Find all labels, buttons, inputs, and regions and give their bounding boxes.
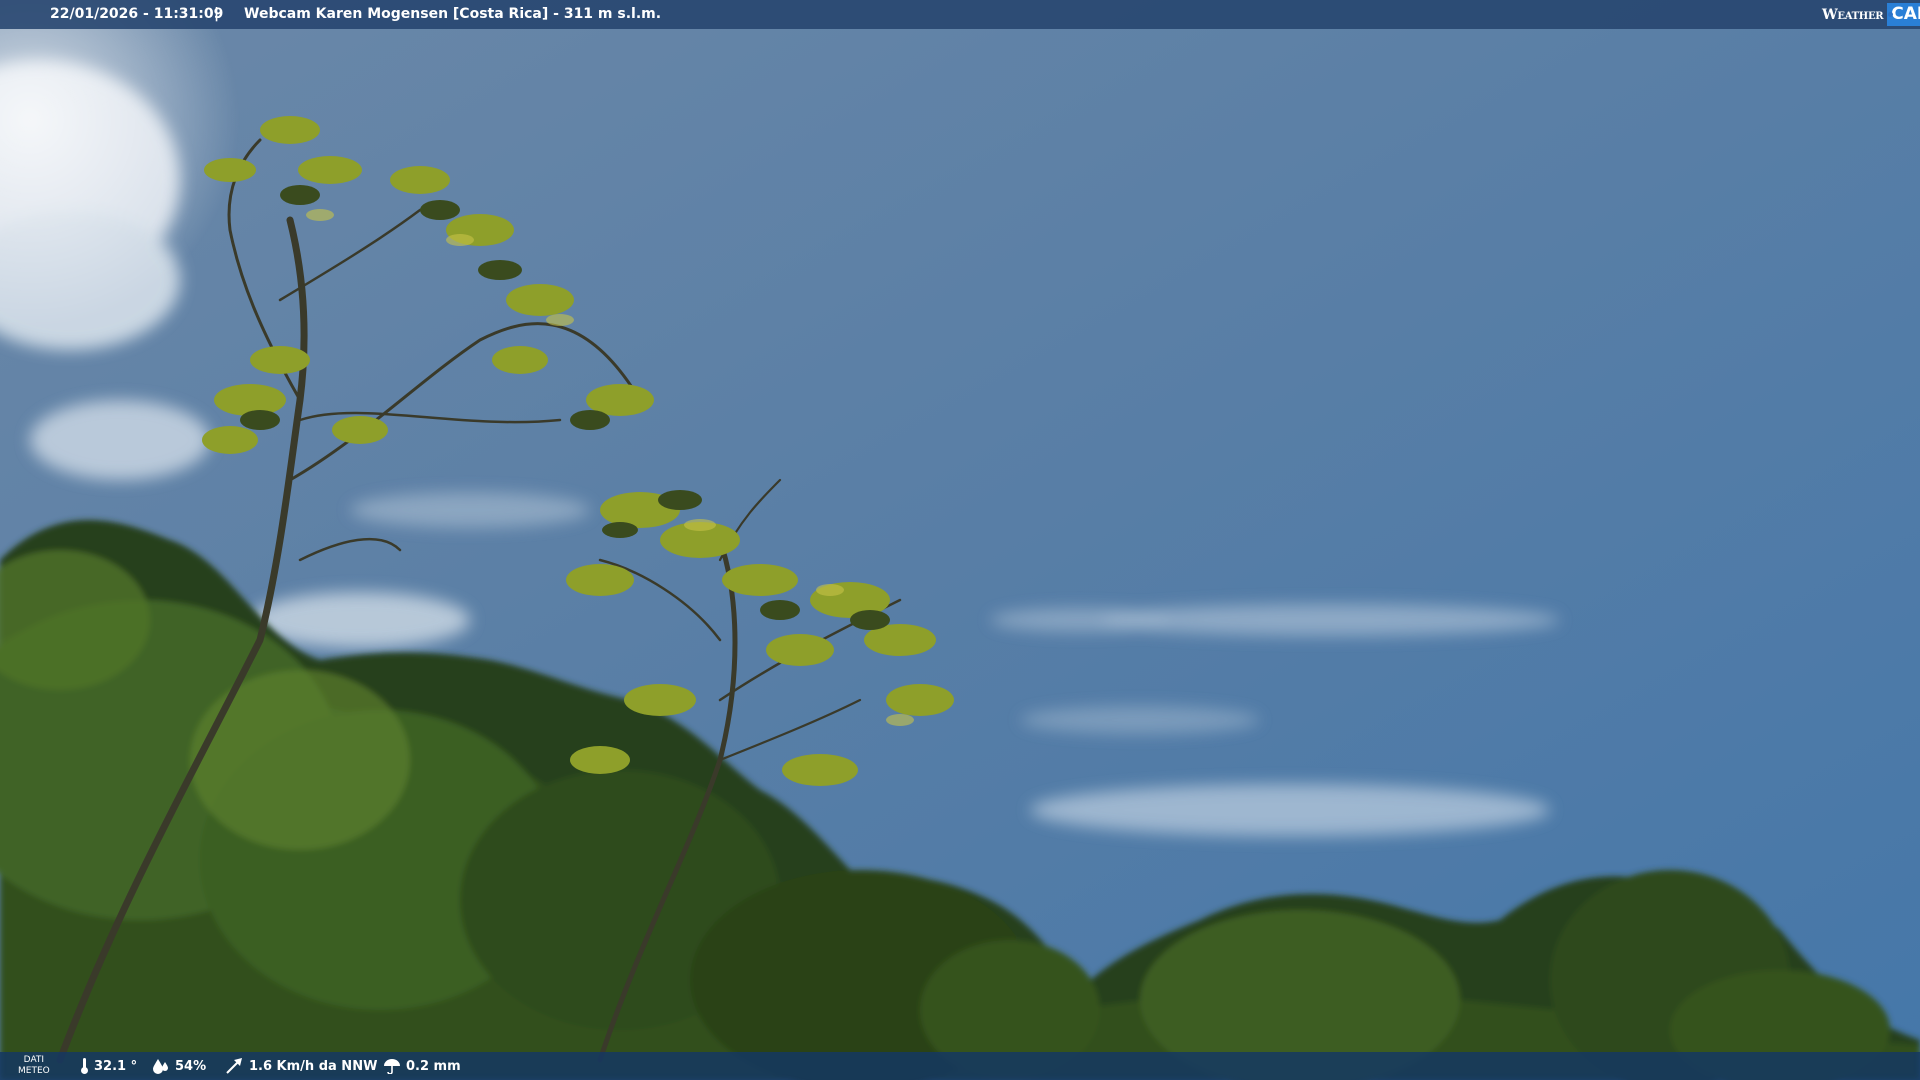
humidity-reading: 54% xyxy=(152,1058,206,1074)
logo-weather-text: Weather xyxy=(1822,6,1884,23)
meteo-label: DATI METEO xyxy=(18,1055,50,1076)
top-info-bar: 22/01/2026 - 11:31:09 | Webcam Karen Mog… xyxy=(0,0,1920,29)
webcam-title: Webcam Karen Mogensen [Costa Rica] - 311… xyxy=(244,6,662,22)
rain-umbrella-icon xyxy=(384,1059,400,1074)
wind-reading: 1.6 Km/h da NNW xyxy=(226,1058,377,1074)
wind-arrow-icon xyxy=(226,1058,242,1074)
separator: | xyxy=(214,6,220,22)
temperature-value: 32.1 ° xyxy=(94,1058,138,1074)
webcam-scene xyxy=(0,0,1920,1080)
meteo-bar: DATI METEO 32.1 ° 54% 1.6 Km/h da NNW 0.… xyxy=(0,1052,1920,1080)
timestamp: 22/01/2026 - 11:31:09 xyxy=(50,6,224,22)
thermometer-icon xyxy=(81,1058,88,1074)
temperature-reading: 32.1 ° xyxy=(80,1058,137,1074)
rain-reading: 0.2 mm xyxy=(383,1058,461,1074)
weathercam-logo[interactable]: Weather CAM xyxy=(1816,0,1920,29)
humidity-value: 54% xyxy=(175,1058,207,1074)
wind-value: 1.6 Km/h da NNW xyxy=(249,1058,378,1074)
rain-value: 0.2 mm xyxy=(406,1058,461,1074)
humidity-drops-icon xyxy=(153,1059,168,1074)
